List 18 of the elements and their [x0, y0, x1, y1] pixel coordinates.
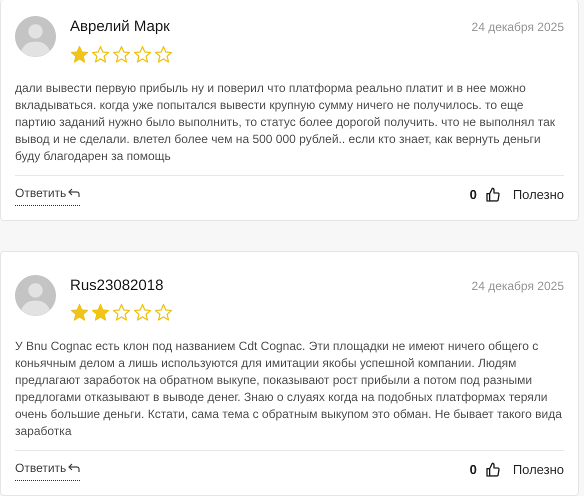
- like-count: 0: [470, 461, 477, 480]
- review-date: 24 декабря 2025: [472, 19, 564, 36]
- reply-arrow-icon: [68, 188, 80, 198]
- author-name: Rus23082018: [70, 276, 164, 296]
- reply-link[interactable]: Ответить: [15, 184, 80, 206]
- review-date: 24 декабря 2025: [472, 278, 564, 294]
- reply-link[interactable]: Ответить: [15, 459, 80, 481]
- helpful-label: Полезно: [512, 186, 564, 204]
- avatar-icon: [15, 16, 56, 57]
- thumbs-up-icon[interactable]: [484, 462, 501, 478]
- review-text: дали вывести первую прибыль ну и поверил что платформа реально платит и в нее можно вкладываться. когда уже попытался вывести крупную сумму ничего не получилось. то еще партию заданий нужно было выполнить, то статус более дорогой получить. что не выполнял так вывод и не сделали. влетел более чем на 500 000 рублей.. если кто знает, как вернуть деньги буду благодарен за помощь: [15, 80, 556, 164]
- author-name: Аврелий Марк: [70, 17, 170, 37]
- thumbs-up-icon[interactable]: [484, 186, 501, 202]
- helpful-label: Полезно: [512, 461, 564, 480]
- avatar-icon: [15, 274, 56, 316]
- like-count: 0: [470, 186, 477, 204]
- reply-arrow-icon: [68, 463, 80, 473]
- review-text: У Bnu Cognac есть клон под названием Cdt Cognac. Эти площадки не имеют ничего общего с коньячным делом а лишь используются для имитации якобы успешной компании. Людям предлагают заработок на обратном выкупе, показывают рост прибыли а потом под разными предлогами отказывают в выводе денег. Знаю о слуаях когда на подобных платформах теряли очень большие деньги. Кстати, сама тема с обратным выкупом это обман. Не бывает такого вида заработка: [15, 338, 563, 440]
